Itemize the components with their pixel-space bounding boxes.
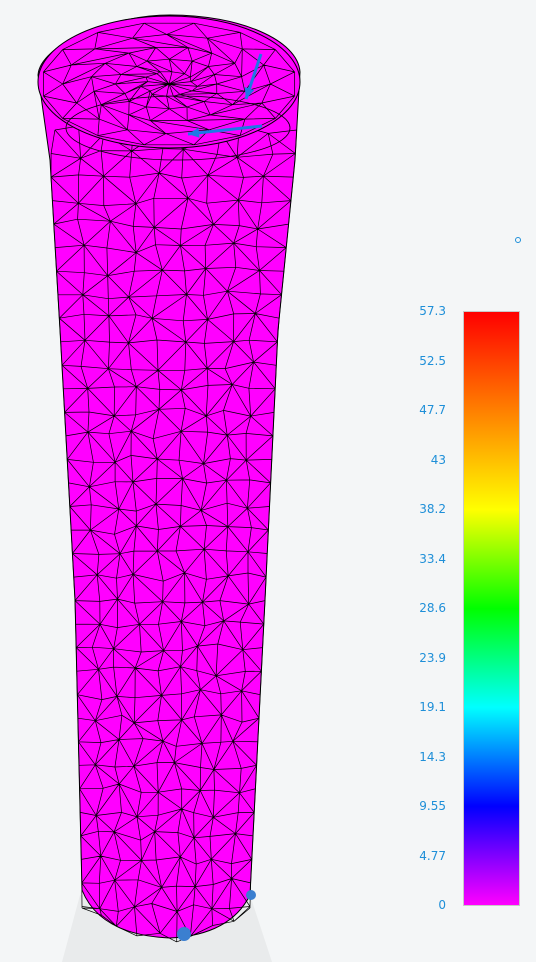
support-marker-right [246, 890, 256, 900]
cylinder-mesh[interactable] [37, 14, 301, 943]
legend-label: 9.55 [419, 799, 446, 813]
legend-label: 38.2 [419, 502, 446, 516]
legend-label: 33.4 [419, 551, 446, 566]
legend-label: 47.7 [419, 403, 446, 417]
legend-label: 43 [430, 452, 446, 467]
legend-label: 19.1 [419, 700, 446, 714]
viewport-indicator [515, 237, 521, 243]
legend-label: 57.3 [419, 304, 446, 318]
3d-viewport[interactable] [0, 0, 536, 962]
legend-label: 23.9 [419, 650, 446, 665]
color-scale-bar [463, 311, 520, 906]
legend-label: 4.77 [419, 848, 446, 863]
legend-label: 52.5 [419, 353, 446, 368]
support-marker-left [177, 927, 191, 941]
legend-label: 0 [438, 898, 446, 912]
legend-labels: 57.3 52.5 47.7 43 38.2 33.4 28.6 23.9 19.1 14.3 9.… [380, 0, 452, 962]
legend-label: 28.6 [419, 601, 446, 615]
legend-label: 14.3 [419, 749, 446, 764]
